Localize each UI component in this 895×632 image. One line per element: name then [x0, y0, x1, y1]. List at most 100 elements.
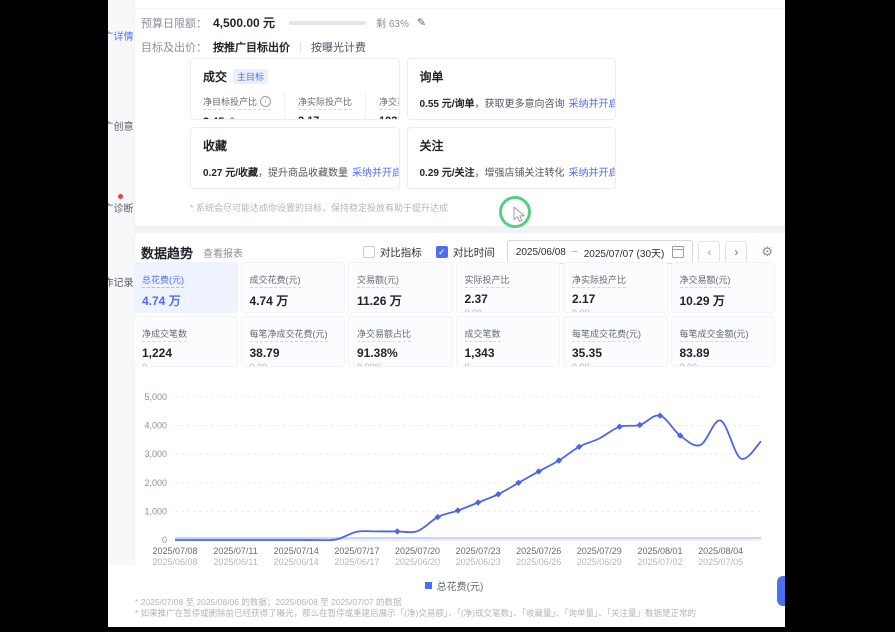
sidebar-item-label: 推广创意	[108, 118, 134, 133]
goal-metric-label: 净交易额(元)	[379, 95, 399, 110]
click-indicator-ring	[499, 196, 531, 228]
goal-card-deal: 成交主目标净目标投产比i2.45✎净实际投产比2.17净交易额(元)102946…	[190, 58, 400, 120]
metric-value: 1,343	[465, 346, 552, 360]
metric-label: 每笔净成交花费(元)	[250, 327, 328, 342]
bidding-option-1[interactable]: 按曝光计费	[311, 39, 366, 55]
goal-card-inquiry: 询单0.55 元/询单，获取更多意向咨询采纳并开启	[407, 58, 617, 120]
date-end: 2025/07/07 (30天)	[584, 245, 665, 260]
svg-text:2025/07/26: 2025/07/26	[516, 546, 561, 556]
sidebar-item-detail[interactable]: 推广详情	[108, 24, 134, 43]
compare-metric-label: 对比指标	[380, 245, 422, 260]
svg-text:2025/07/17: 2025/07/17	[334, 546, 379, 556]
metric-card-1[interactable]: 成交花费(元) 4.74 万 0.00	[241, 262, 346, 313]
calendar-icon	[672, 246, 684, 258]
metric-card-6[interactable]: 净成交笔数1,2240	[133, 316, 238, 367]
metric-card-4[interactable]: 净实际投产比2.170.00	[563, 262, 668, 313]
metric-value: 2.37	[465, 292, 552, 306]
metric-value: 83.89	[680, 346, 767, 360]
svg-text:2025/06/14: 2025/06/14	[274, 557, 319, 567]
svg-text:2025/07/14: 2025/07/14	[274, 546, 319, 556]
metric-card-grid: 总花费(元) 4.74 万 0.00 成交花费(元) 4.74 万 0.00 交易额(元)1…	[133, 262, 775, 367]
compare-metric-checkbox[interactable]: 对比指标	[363, 245, 422, 260]
view-report-link[interactable]: 查看报表	[203, 245, 243, 260]
trend-title: 数据趋势	[141, 243, 193, 262]
sidebar-item-creative[interactable]: 推广创意	[108, 114, 134, 133]
metric-card-11[interactable]: 每笔成交金额(元)83.890.00	[671, 316, 776, 367]
svg-text:1,000: 1,000	[144, 506, 167, 516]
goal-metric: 净实际投产比2.17	[298, 92, 366, 120]
date-separator: ~	[572, 247, 578, 258]
metric-compare-value: 0.00	[572, 362, 659, 367]
svg-text:2025/07/05: 2025/07/05	[698, 557, 743, 567]
budget-remaining: 剩 63%	[376, 15, 409, 30]
gear-icon[interactable]: ⚙	[761, 244, 773, 260]
svg-text:2025/07/20: 2025/07/20	[395, 546, 440, 556]
goal-metric-value: 2.17	[298, 115, 352, 120]
goal-metric: 净目标投产比i2.45✎	[203, 92, 285, 120]
metric-card-7[interactable]: 每笔净成交花费(元) 38.79 0.00	[241, 316, 346, 367]
metric-card-0[interactable]: 总花费(元) 4.74 万 0.00	[133, 262, 238, 313]
metric-label: 成交笔数	[465, 327, 501, 342]
checkbox-icon[interactable]: ✓	[436, 246, 448, 258]
goal-price: 0.29 元/关注	[420, 168, 475, 179]
metric-value: 4.74 万	[142, 292, 229, 309]
metric-value: 38.79	[250, 346, 337, 360]
metric-card-3[interactable]: 实际投产比2.370.00	[456, 262, 561, 313]
metric-label: 净实际投产比	[572, 273, 626, 288]
svg-text:2025/06/23: 2025/06/23	[456, 557, 501, 567]
metric-card-8[interactable]: 净交易额占比91.38%0.00%	[348, 316, 453, 367]
svg-text:0: 0	[162, 535, 167, 545]
metric-compare-value: 0.00	[142, 311, 229, 313]
svg-text:2025/07/08: 2025/07/08	[152, 546, 197, 556]
goal-metric-value: 2.45✎	[203, 115, 271, 120]
info-icon[interactable]: i	[260, 96, 271, 107]
prev-period-button[interactable]: ‹	[698, 241, 720, 263]
budget-edit-icon[interactable]: ✎	[417, 16, 426, 29]
sidebar-item-record[interactable]: 操作记录	[108, 270, 134, 289]
metric-compare-value: 0.00	[680, 311, 767, 313]
goal-title: 关注	[420, 137, 444, 154]
metric-compare-value: 0.00	[250, 362, 337, 367]
bidding-label: 目标及出价：	[141, 39, 207, 55]
svg-text:2,000: 2,000	[144, 478, 167, 488]
goal-card-favorite: 收藏0.27 元/收藏，提升商品收藏数量采纳并开启	[190, 127, 400, 189]
svg-text:2025/06/08: 2025/06/08	[152, 557, 197, 567]
screen: 推广详情推广创意推广诊断操作记录 预算日限额： 4,500.00 元 剩 63%…	[0, 0, 895, 632]
metric-card-5[interactable]: 净交易额(元)10.29 万0.00	[671, 262, 776, 313]
bidding-row: 目标及出价： 按推广目标出价 按曝光计费	[141, 39, 366, 55]
checkbox-icon[interactable]	[363, 246, 375, 258]
compare-time-label: 对比时间	[453, 245, 495, 260]
bidding-option-0[interactable]: 按推广目标出价	[213, 39, 290, 55]
svg-text:2025/08/01: 2025/08/01	[637, 546, 682, 556]
metric-compare-value: 0.00	[250, 311, 337, 313]
legend-label: 总花费(元)	[437, 578, 484, 593]
date-range-picker[interactable]: 2025/06/08 ~ 2025/07/07 (30天)	[507, 240, 694, 264]
footnotes: * 2025/07/08 至 2025/08/06 的数据；2025/06/08…	[135, 597, 696, 619]
svg-text:2025/06/17: 2025/06/17	[334, 557, 379, 567]
compare-time-checkbox[interactable]: ✓ 对比时间	[436, 245, 495, 260]
next-period-button[interactable]: ›	[725, 241, 747, 263]
metric-card-2[interactable]: 交易额(元)11.26 万0.00	[348, 262, 453, 313]
adopt-and-enable-link[interactable]: 采纳并开启	[569, 99, 616, 110]
metric-label: 总花费(元)	[142, 273, 184, 288]
notification-dot	[118, 194, 123, 199]
goal-benefit: ，提升商品收藏数量	[258, 168, 348, 179]
goal-title: 询单	[420, 68, 444, 85]
budget-amount: 4,500.00 元	[213, 14, 275, 31]
goal-metric-value: 102946.60	[379, 115, 399, 120]
adopt-and-enable-link[interactable]: 采纳并开启	[569, 168, 616, 179]
metric-label: 成交花费(元)	[250, 273, 301, 288]
sidebar-item-diagnosis[interactable]: 推广诊断	[108, 196, 134, 215]
metric-value: 10.29 万	[680, 292, 767, 309]
svg-text:2025/07/11: 2025/07/11	[213, 546, 257, 556]
main-panel: 推广详情推广创意推广诊断操作记录 预算日限额： 4,500.00 元 剩 63%…	[108, 0, 785, 627]
metric-card-10[interactable]: 每笔成交花费(元)35.350.00	[563, 316, 668, 367]
metric-value: 4.74 万	[250, 292, 337, 309]
mouse-cursor-icon	[513, 207, 527, 223]
metric-label: 净成交笔数	[142, 327, 187, 342]
adopt-and-enable-link[interactable]: 采纳并开启	[352, 168, 399, 179]
svg-text:2025/06/29: 2025/06/29	[577, 557, 622, 567]
edit-icon[interactable]: ✎	[229, 116, 238, 120]
metric-card-9[interactable]: 成交笔数1,3430	[456, 316, 561, 367]
feedback-edge-button[interactable]	[777, 576, 785, 606]
